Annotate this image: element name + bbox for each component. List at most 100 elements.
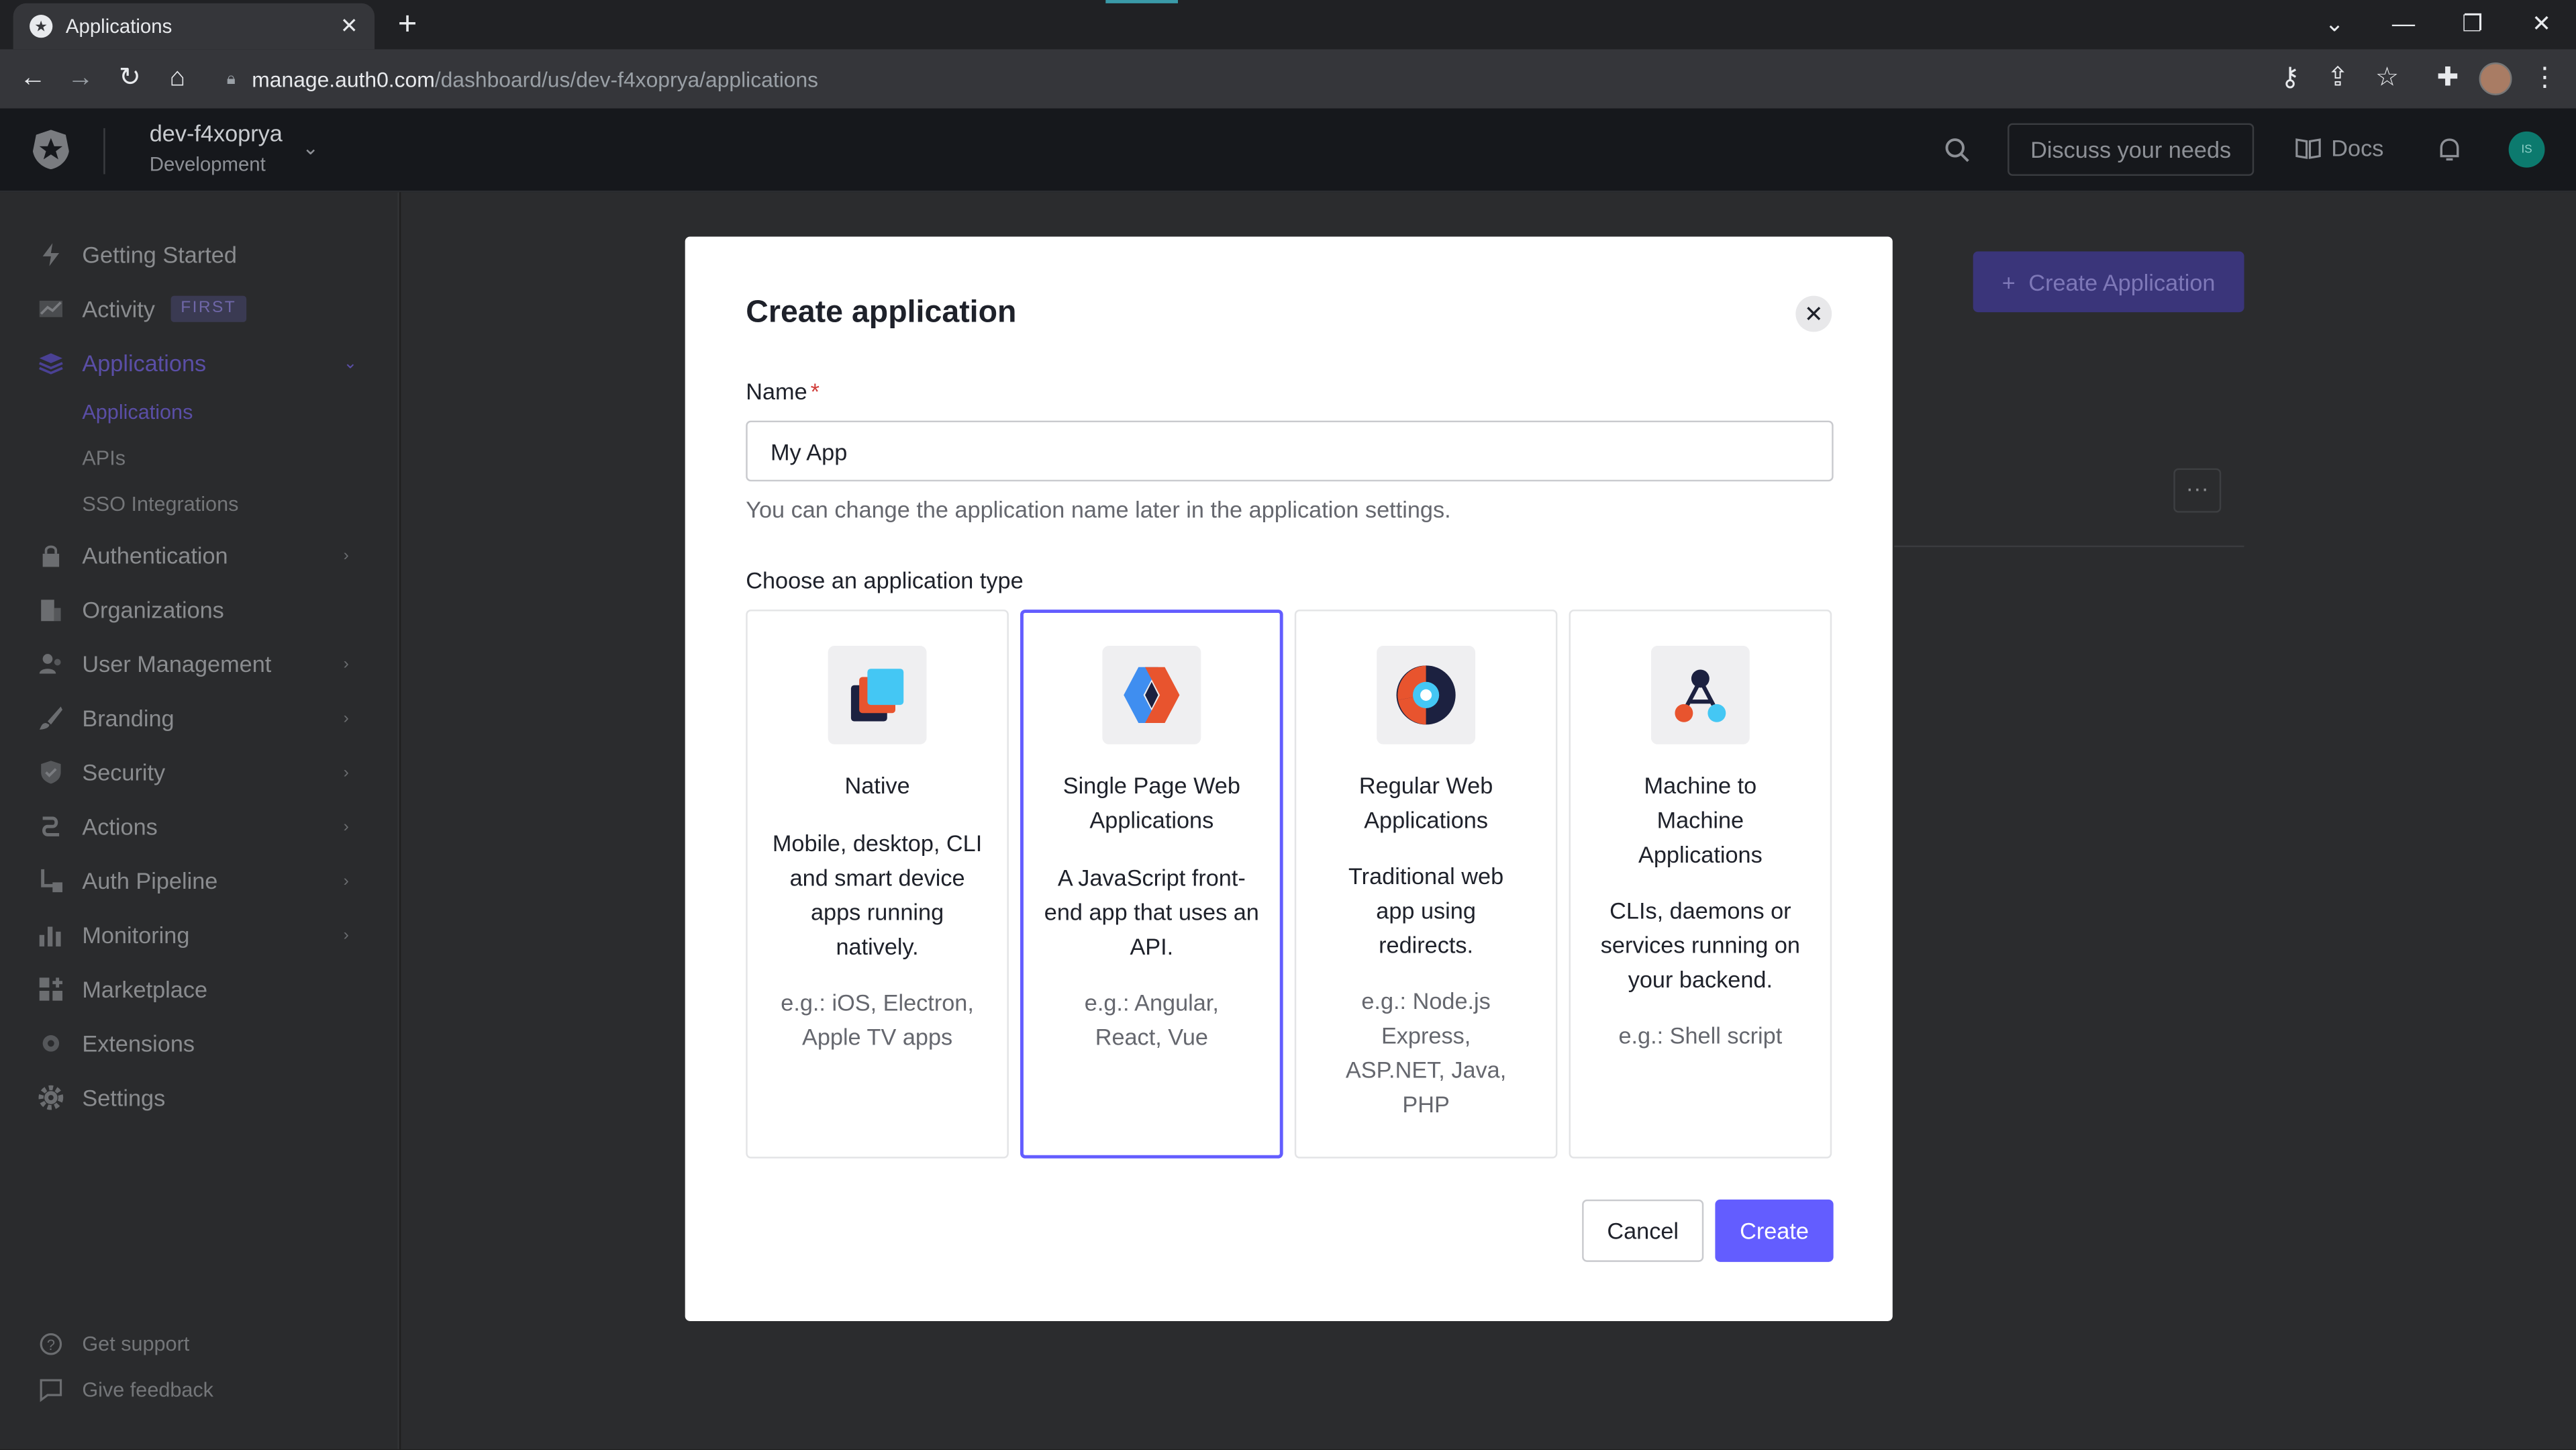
header-divider <box>103 128 105 175</box>
bookmark-star-icon[interactable]: ☆ <box>2367 59 2407 99</box>
tab-close-icon[interactable]: ✕ <box>340 13 358 40</box>
sidebar-subitem-applications[interactable]: Applications <box>82 401 193 424</box>
sidebar-item-label: Applications <box>82 350 207 377</box>
card-description: Traditional web app using redirects. <box>1348 863 1504 959</box>
shield-icon <box>41 761 61 784</box>
tab-search-icon[interactable]: ⌄ <box>2301 0 2367 46</box>
more-options-button[interactable]: ··· <box>2173 468 2222 513</box>
native-app-icon <box>828 645 927 744</box>
sidebar-item-label: Marketplace <box>82 975 208 1003</box>
sidebar-subitem-sso-integrations[interactable]: SSO Integrations <box>82 493 238 516</box>
regular-web-app-icon <box>1377 645 1476 744</box>
sidebar-item-label: Getting Started <box>82 241 237 268</box>
application-name-input[interactable] <box>746 420 1834 482</box>
app-type-card-machine-to-machine[interactable]: Machine to Machine Applications CLIs, da… <box>1569 610 1832 1159</box>
sidebar-item-actions[interactable]: Actions › <box>0 804 399 850</box>
chevron-right-icon: › <box>343 709 349 728</box>
forward-icon[interactable]: → <box>61 59 101 99</box>
window-close-button[interactable]: ✕ <box>2509 0 2575 46</box>
sidebar-item-organizations[interactable]: Organizations <box>0 587 399 633</box>
search-icon[interactable] <box>1942 135 1971 164</box>
chevron-right-icon: › <box>343 763 349 781</box>
card-title: Native <box>844 772 910 799</box>
share-icon[interactable]: ⇪ <box>2318 59 2358 99</box>
restore-button[interactable]: ❐ <box>2440 0 2506 46</box>
app-header: dev-f4xoprya Development ⌄ Discuss your … <box>0 108 2576 193</box>
app-type-card-regular-web[interactable]: Regular Web Applications Traditional web… <box>1294 610 1558 1159</box>
sidebar-item-label: Activity <box>82 295 155 322</box>
close-icon[interactable]: ✕ <box>1795 295 1832 332</box>
svg-text:?: ? <box>47 1337 55 1353</box>
address-bar[interactable]: 🔒︎ manage.auth0.com /dashboard/us/dev-f4… <box>210 56 2240 102</box>
sidebar-item-applications[interactable]: Applications ⌄ <box>0 340 399 387</box>
create-button[interactable]: Create <box>1715 1199 1834 1262</box>
sidebar-item-activity[interactable]: Activity FIRST <box>0 286 399 332</box>
give-feedback-link[interactable]: Give feedback <box>0 1372 399 1408</box>
discuss-needs-button[interactable]: Discuss your needs <box>2008 123 2255 176</box>
reload-icon[interactable]: ↻ <box>110 59 150 99</box>
sidebar-item-label: Auth Pipeline <box>82 867 218 894</box>
brush-icon <box>39 706 63 730</box>
menu-kebab-icon[interactable]: ⋮ <box>2525 59 2565 99</box>
sidebar-item-label: Security <box>82 759 166 786</box>
grid-plus-icon <box>39 977 63 1001</box>
layers-icon <box>39 353 63 375</box>
name-helper-text: You can change the application name late… <box>746 496 1451 523</box>
sidebar-item-auth-pipeline[interactable]: Auth Pipeline › <box>0 858 399 904</box>
card-example: e.g.: Shell script <box>1618 1022 1783 1049</box>
sidebar-item-label: Monitoring <box>82 922 190 949</box>
docs-link[interactable]: Docs <box>2295 135 2383 161</box>
app-type-card-spa[interactable]: Single Page Web Applications A JavaScrip… <box>1020 610 1283 1159</box>
tenant-chevron-down-icon[interactable]: ⌄ <box>302 136 319 159</box>
lock-icon: 🔒︎ <box>226 70 236 88</box>
card-title: Single Page Web Applications <box>1062 772 1240 833</box>
auth0-logo-icon[interactable] <box>32 128 71 171</box>
bolt-icon <box>42 243 60 267</box>
sidebar-item-monitoring[interactable]: Monitoring › <box>0 912 399 958</box>
sidebar-item-label: Actions <box>82 813 158 840</box>
back-icon[interactable]: ← <box>13 59 53 99</box>
sidebar-subitem-apis[interactable]: APIs <box>82 447 126 470</box>
card-description: A JavaScript front-end app that uses an … <box>1044 864 1259 960</box>
get-support-link[interactable]: ? Get support <box>0 1326 399 1362</box>
create-application-button[interactable]: + Create Application <box>1973 251 2244 313</box>
sidebar-item-label: Organizations <box>82 596 224 623</box>
sidebar-item-security[interactable]: Security › <box>0 749 399 795</box>
chevron-right-icon: › <box>343 817 349 836</box>
chevron-right-icon: › <box>343 546 349 565</box>
extensions-gear-icon <box>42 1035 60 1052</box>
docs-label: Docs <box>2331 134 2384 161</box>
sidebar-item-marketplace[interactable]: Marketplace <box>0 966 399 1012</box>
key-icon[interactable]: ⚷ <box>2271 59 2310 99</box>
cancel-button[interactable]: Cancel <box>1582 1199 1704 1262</box>
sidebar-item-label: Extensions <box>82 1030 195 1057</box>
sidebar-item-authentication[interactable]: Authentication › <box>0 532 399 579</box>
dialog-title: Create application <box>746 295 1017 330</box>
pipeline-icon <box>41 869 63 893</box>
sidebar-item-extensions[interactable]: Extensions <box>0 1020 399 1067</box>
user-avatar[interactable]: IS <box>2508 131 2545 168</box>
sidebar-item-branding[interactable]: Branding › <box>0 695 399 741</box>
get-support-label: Get support <box>82 1333 190 1356</box>
lock-icon <box>42 545 60 567</box>
gear-icon <box>38 1085 64 1110</box>
machine-to-machine-app-icon <box>1650 645 1750 744</box>
profile-avatar[interactable] <box>2479 62 2512 95</box>
app-type-card-native[interactable]: Native Mobile, desktop, CLI and smart de… <box>746 610 1009 1159</box>
new-tab-button[interactable]: + <box>389 7 426 43</box>
browser-tab[interactable]: ★ Applications ✕ <box>13 3 375 50</box>
plus-icon: + <box>2001 269 2016 295</box>
extensions-icon[interactable]: ✚ <box>2428 59 2468 99</box>
bell-icon[interactable] <box>2434 135 2464 164</box>
tenant-name[interactable]: dev-f4xoprya <box>150 120 283 146</box>
sidebar-item-getting-started[interactable]: Getting Started <box>0 232 399 278</box>
sidebar-item-user-management[interactable]: User Management › <box>0 641 399 687</box>
card-title: Regular Web Applications <box>1358 772 1493 833</box>
browser-toolbar: ← → ↻ ⌂ 🔒︎ manage.auth0.com /dashboard/u… <box>0 49 2576 109</box>
sidebar-item-settings[interactable]: Settings <box>0 1075 399 1121</box>
tenant-environment: Development <box>149 152 266 176</box>
minimize-button[interactable]: — <box>2371 0 2436 46</box>
tab-title: Applications <box>65 15 172 38</box>
chat-bubble-icon <box>40 1379 62 1402</box>
home-icon[interactable]: ⌂ <box>158 59 197 99</box>
